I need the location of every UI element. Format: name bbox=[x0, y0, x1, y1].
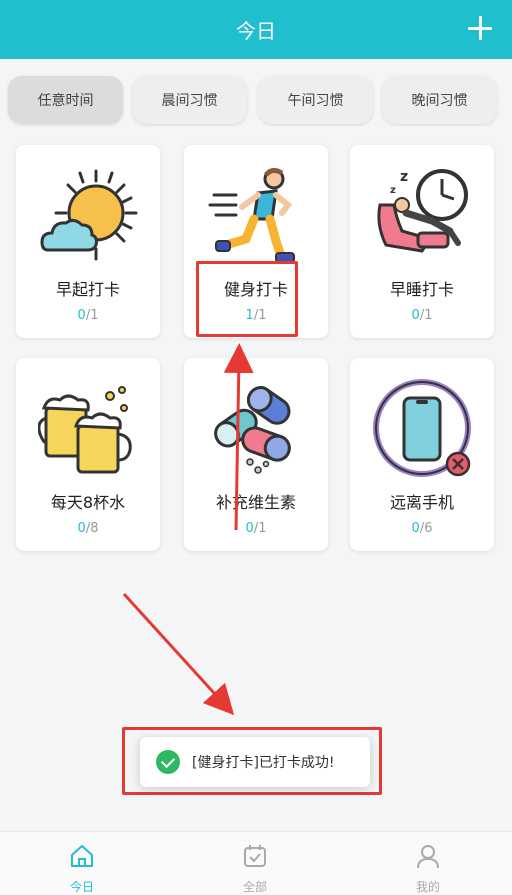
tabbar-me[interactable]: 我的 bbox=[388, 838, 468, 894]
tabbar-today[interactable]: 今日 bbox=[42, 838, 122, 894]
tabbar-label: 我的 bbox=[415, 880, 440, 894]
calendar-check-icon bbox=[244, 845, 266, 867]
check-circle-icon bbox=[156, 750, 180, 774]
tabbar-all[interactable]: 全部 bbox=[215, 838, 295, 894]
annotation-arrow-down bbox=[122, 592, 235, 716]
toast-message: [健身打卡]已打卡成功! bbox=[192, 755, 335, 771]
tabbar-label: 今日 bbox=[69, 880, 94, 894]
annotation-arrow-up bbox=[223, 343, 254, 531]
bottom-tab-bar: 今日 全部 我的 bbox=[0, 831, 512, 895]
tabbar-label: 全部 bbox=[242, 880, 267, 894]
user-icon bbox=[417, 845, 439, 869]
success-toast: [健身打卡]已打卡成功! bbox=[140, 737, 370, 787]
home-icon bbox=[71, 845, 93, 867]
